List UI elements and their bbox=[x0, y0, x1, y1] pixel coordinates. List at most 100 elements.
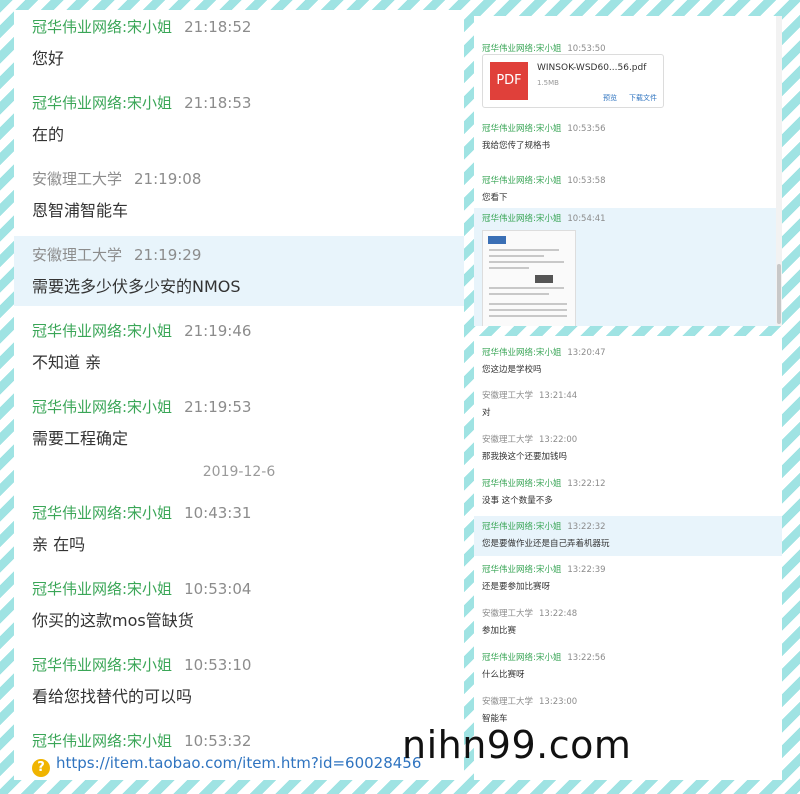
file-name: WINSOK-WSD60...56.pdf bbox=[537, 63, 647, 73]
message-time: 21:19:53 bbox=[184, 398, 252, 416]
sender-name: 冠华伟业网络:宋小姐 bbox=[482, 522, 562, 532]
sender-name: 冠华伟业网络:宋小姐 bbox=[32, 732, 173, 750]
sender-name: 冠华伟业网络:宋小姐 bbox=[482, 44, 562, 54]
scrollbar[interactable] bbox=[776, 16, 782, 326]
message-time: 10:54:41 bbox=[567, 214, 606, 224]
sender-name: 安徽理工大学 bbox=[482, 391, 534, 401]
message-text[interactable]: 我给您传了规格书 bbox=[474, 139, 782, 151]
message-time: 10:53:50 bbox=[567, 44, 606, 54]
sender-name: 冠华伟业网络:宋小姐 bbox=[32, 504, 173, 522]
chat-message: 冠华伟业网络:宋小姐 13:22:56 什么比赛呀 bbox=[474, 651, 782, 680]
chat-message-highlighted: 冠华伟业网络:宋小姐 13:22:32 您是要做作业还是自己弄着机器玩 bbox=[474, 516, 782, 556]
sender-name: 冠华伟业网络:宋小姐 bbox=[482, 348, 562, 358]
message-text[interactable]: 那我换这个还要加钱吗 bbox=[474, 450, 782, 462]
message-text[interactable]: 在的 bbox=[14, 121, 464, 145]
sender-name: 冠华伟业网络:宋小姐 bbox=[482, 565, 562, 575]
sender-name: 冠华伟业网络:宋小姐 bbox=[32, 18, 173, 36]
message-time: 21:18:53 bbox=[184, 94, 252, 112]
message-text[interactable]: 没事 这个数量不多 bbox=[474, 494, 782, 506]
message-time: 21:19:29 bbox=[134, 246, 202, 264]
chat-message: 冠华伟业网络:宋小姐 21:18:53 在的 bbox=[14, 92, 464, 145]
chat-message: 冠华伟业网络:宋小姐 10:53:04 你买的这款mos管缺货 bbox=[14, 578, 464, 631]
message-text[interactable]: 你买的这款mos管缺货 bbox=[14, 607, 464, 631]
sender-name: 冠华伟业网络:宋小姐 bbox=[482, 176, 562, 186]
message-time: 21:18:52 bbox=[184, 18, 252, 36]
file-attachment-card[interactable]: PDF WINSOK-WSD60...56.pdf 1.5MB 预览 下载文件 bbox=[482, 54, 664, 108]
link-row: ? https://item.taobao.com/item.htm?id=600… bbox=[32, 754, 421, 777]
message-text[interactable]: 什么比赛呀 bbox=[474, 668, 782, 680]
sender-name: 安徽理工大学 bbox=[482, 435, 534, 445]
chat-message: 冠华伟业网络:宋小姐 10:53:32 bbox=[14, 730, 464, 751]
preview-link[interactable]: 预览 bbox=[603, 94, 617, 102]
chat-message: 冠华伟业网络:宋小姐 13:22:12 没事 这个数量不多 bbox=[474, 477, 782, 506]
chat-message: 冠华伟业网络:宋小姐 10:53:58 您看下 bbox=[474, 174, 782, 203]
sender-name: 安徽理工大学 bbox=[482, 697, 534, 707]
chat-message: 安徽理工大学 13:22:00 那我换这个还要加钱吗 bbox=[474, 433, 782, 462]
message-text[interactable]: 看给您找替代的可以吗 bbox=[14, 683, 464, 707]
message-text[interactable]: 您看下 bbox=[474, 191, 782, 203]
message-text[interactable]: 需要工程确定 bbox=[14, 425, 464, 449]
sender-name: 安徽理工大学 bbox=[482, 609, 534, 619]
left-chat-panel: 冠华伟业网络:宋小姐 21:18:52 您好 冠华伟业网络:宋小姐 21:18:53… bbox=[14, 10, 464, 780]
sender-name: 冠华伟业网络:宋小姐 bbox=[32, 580, 173, 598]
message-text[interactable]: 恩智浦智能车 bbox=[14, 197, 464, 221]
message-text[interactable]: 亲 在吗 bbox=[14, 531, 464, 555]
chat-message: 冠华伟业网络:宋小姐 21:19:46 不知道 亲 bbox=[14, 320, 464, 373]
file-size: 1.5MB bbox=[537, 79, 559, 87]
message-time: 13:22:32 bbox=[567, 522, 606, 532]
chat-message: 安徽理工大学 13:21:44 对 bbox=[474, 389, 782, 418]
chat-message-highlighted: 安徽理工大学 21:19:29 需要选多少伏多少安的NMOS bbox=[14, 236, 464, 306]
scrollbar-thumb[interactable] bbox=[777, 264, 781, 324]
sender-name: 安徽理工大学 bbox=[32, 246, 123, 264]
message-time: 10:53:10 bbox=[184, 656, 252, 674]
message-text[interactable]: 您好 bbox=[14, 45, 464, 69]
message-time: 10:43:31 bbox=[184, 504, 252, 522]
message-time: 13:20:47 bbox=[567, 348, 606, 358]
message-text[interactable]: 还是要参加比赛呀 bbox=[474, 580, 782, 592]
message-text[interactable]: 需要选多少伏多少安的NMOS bbox=[14, 273, 464, 297]
chat-message: 冠华伟业网络:宋小姐 13:22:39 还是要参加比赛呀 bbox=[474, 563, 782, 592]
message-time: 10:53:04 bbox=[184, 580, 252, 598]
right-top-chat-panel: 冠华伟业网络:宋小姐 10:53:50 PDF WINSOK-WSD60...56… bbox=[474, 16, 782, 326]
message-text[interactable]: 您是要做作业还是自己弄着机器玩 bbox=[474, 537, 782, 549]
chat-message: 冠华伟业网络:宋小姐 13:20:47 您这边是学校吗 bbox=[474, 346, 782, 375]
message-time: 13:22:48 bbox=[539, 609, 578, 619]
message-time: 21:19:08 bbox=[134, 170, 202, 188]
chat-message: 冠华伟业网络:宋小姐 21:18:52 您好 bbox=[14, 16, 464, 69]
sender-name: 冠华伟业网络:宋小姐 bbox=[482, 653, 562, 663]
message-time: 13:22:12 bbox=[567, 479, 606, 489]
message-time: 13:22:56 bbox=[567, 653, 606, 663]
sender-name: 冠华伟业网络:宋小姐 bbox=[32, 322, 173, 340]
chat-message: 安徽理工大学 21:19:08 恩智浦智能车 bbox=[14, 168, 464, 221]
file-actions: 预览 下载文件 bbox=[591, 93, 657, 103]
document-image-thumbnail[interactable] bbox=[482, 230, 576, 326]
item-link[interactable]: https://item.taobao.com/item.htm?id=6002… bbox=[56, 754, 421, 772]
chat-message: 安徽理工大学 13:22:48 参加比赛 bbox=[474, 607, 782, 636]
sender-name: 安徽理工大学 bbox=[32, 170, 123, 188]
chat-message: 冠华伟业网络:宋小姐 10:43:31 亲 在吗 bbox=[14, 502, 464, 555]
chat-message: 冠华伟业网络:宋小姐 21:19:53 需要工程确定 bbox=[14, 396, 464, 449]
sender-name: 冠华伟业网络:宋小姐 bbox=[32, 94, 173, 112]
right-bottom-chat-panel: 冠华伟业网络:宋小姐 13:20:47 您这边是学校吗 安徽理工大学 13:21:4… bbox=[474, 336, 782, 780]
message-time: 10:53:56 bbox=[567, 124, 606, 134]
sender-name: 冠华伟业网络:宋小姐 bbox=[482, 214, 562, 224]
date-separator: 2019-12-6 bbox=[202, 464, 276, 480]
sender-name: 冠华伟业网络:宋小姐 bbox=[32, 398, 173, 416]
message-time: 10:53:58 bbox=[567, 176, 606, 186]
message-text[interactable]: 不知道 亲 bbox=[14, 349, 464, 373]
message-text[interactable]: 您这边是学校吗 bbox=[474, 363, 782, 375]
watermark-text: nihn99.com bbox=[402, 723, 632, 767]
chat-message: 安徽理工大学 13:23:00 智能车 bbox=[474, 695, 782, 724]
message-time: 13:22:39 bbox=[567, 565, 606, 575]
message-time: 10:53:32 bbox=[184, 732, 252, 750]
chat-message: 冠华伟业网络:宋小姐 10:53:50 bbox=[474, 42, 782, 54]
message-time: 13:23:00 bbox=[539, 697, 578, 707]
message-text[interactable]: 参加比赛 bbox=[474, 624, 782, 636]
chat-message: 冠华伟业网络:宋小姐 10:53:56 我给您传了规格书 bbox=[474, 122, 782, 151]
message-text[interactable]: 对 bbox=[474, 406, 782, 418]
pdf-file-icon: PDF bbox=[490, 62, 528, 100]
sender-name: 冠华伟业网络:宋小姐 bbox=[482, 479, 562, 489]
download-link[interactable]: 下载文件 bbox=[629, 94, 657, 102]
chat-message: 冠华伟业网络:宋小姐 10:53:10 看给您找替代的可以吗 bbox=[14, 654, 464, 707]
sender-name: 冠华伟业网络:宋小姐 bbox=[482, 124, 562, 134]
